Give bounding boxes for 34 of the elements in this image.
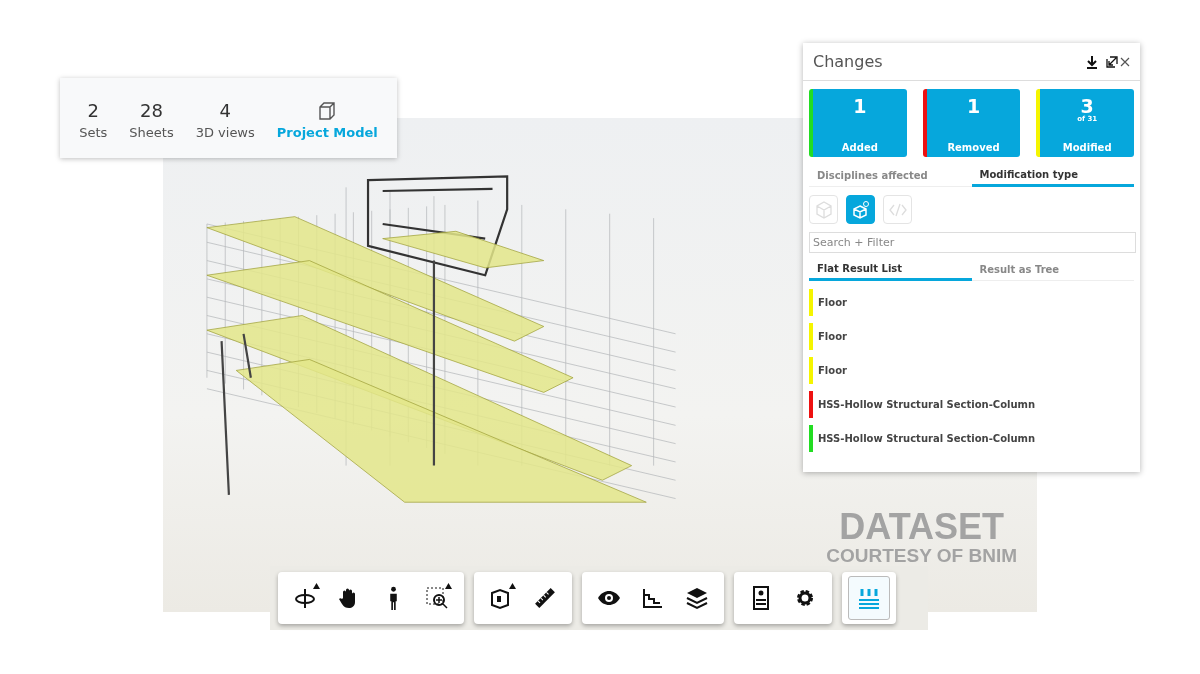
close-icon[interactable] <box>1120 56 1130 67</box>
result-view-tab[interactable]: Result as Tree <box>971 255 1134 281</box>
person-icon <box>388 586 398 610</box>
stat-label: 3D views <box>195 125 255 140</box>
cube-icon <box>813 199 834 220</box>
result-view-tab[interactable]: Flat Result List <box>809 255 972 281</box>
menu-triangle-icon <box>445 583 452 589</box>
stat-label: Sets <box>79 125 108 140</box>
stairs-icon <box>641 586 665 610</box>
stat-value: 2 <box>87 100 99 121</box>
download-icon[interactable] <box>1086 54 1098 69</box>
orbit-icon <box>293 586 317 610</box>
expand-icon[interactable] <box>1106 55 1118 68</box>
cube-icon <box>317 100 338 121</box>
result-item[interactable]: HSS-Hollow Structural Section-Column <box>818 399 1036 410</box>
layers-icon <box>685 586 709 610</box>
menu-triangle-icon <box>313 583 320 589</box>
menu-triangle-icon <box>509 583 516 589</box>
cube-change-icon <box>850 199 871 220</box>
filter-toggle[interactable] <box>846 195 875 224</box>
model-browser-icon <box>857 586 881 610</box>
zoom-window-icon <box>425 586 449 610</box>
dataset-credit-text: COURTESY OF BNIM <box>826 546 1017 566</box>
result-item[interactable]: Floor <box>818 365 847 376</box>
result-item[interactable]: HSS-Hollow Structural Section-Column <box>818 433 1036 444</box>
search-field[interactable]: Search + Filter <box>809 232 1136 253</box>
panel-tab[interactable]: Disciplines affected <box>809 161 972 187</box>
stat-value: 4 <box>219 100 231 121</box>
result-item[interactable]: Floor <box>818 297 847 308</box>
result-item[interactable]: Floor <box>818 331 847 342</box>
dataset-credit-text: DATASET <box>839 508 1004 547</box>
panel-tab[interactable]: Modification type <box>971 161 1134 187</box>
panel-title: Changes <box>813 52 884 71</box>
stat-value: 28 <box>140 100 163 121</box>
